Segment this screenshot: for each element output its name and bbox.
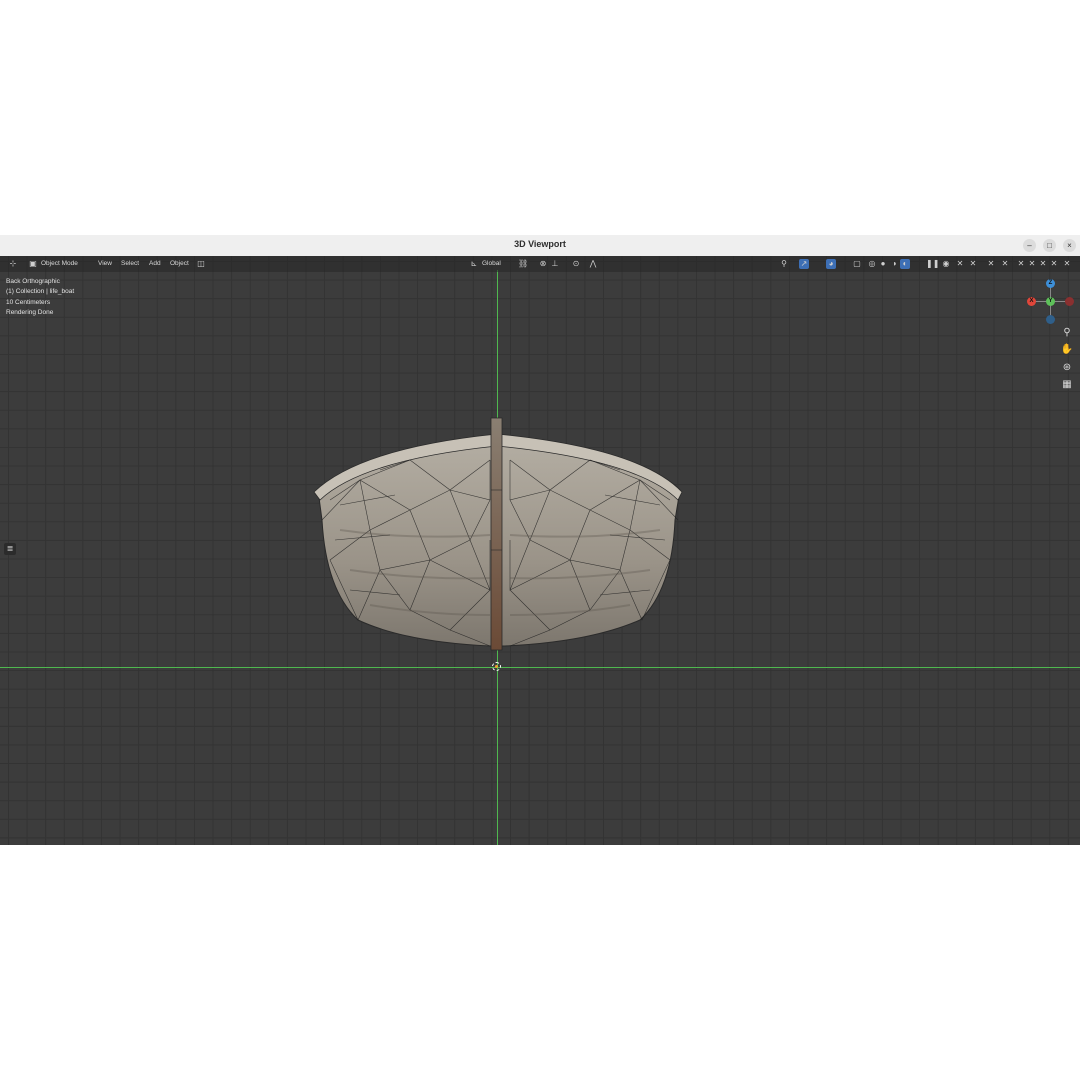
stern-post bbox=[490, 417, 503, 651]
gizmo-z-ball[interactable]: Z bbox=[1046, 279, 1055, 288]
collection-toggle-icon[interactable]: ✕ bbox=[1000, 259, 1010, 269]
menu-add[interactable]: Add bbox=[149, 260, 161, 267]
camera-icon[interactable]: ⊛ bbox=[1060, 361, 1074, 375]
view-eye-icon[interactable]: ◉ bbox=[941, 259, 951, 269]
object-toggle-icon[interactable]: ◫ bbox=[196, 259, 206, 269]
blender-window: 3D Viewport – □ × ⊹ ▣ Object Mode View S… bbox=[0, 235, 1080, 845]
viewport-info-overlay: Back Orthographic (1) Collection | life_… bbox=[6, 277, 74, 318]
xray-icon[interactable]: ▢ bbox=[852, 259, 862, 269]
transform-orientation-icon: ⊾ bbox=[470, 259, 478, 268]
gizmo-x-ball[interactable]: X bbox=[1027, 297, 1036, 306]
zoom-icon[interactable]: ⚲ bbox=[1060, 326, 1074, 340]
solid-shading-icon[interactable]: ● bbox=[878, 259, 888, 269]
view-name: Back Orthographic bbox=[6, 278, 60, 285]
collection-toggle-icon[interactable]: ✕ bbox=[1027, 259, 1037, 269]
pause-icon[interactable]: ❚❚ bbox=[926, 259, 939, 269]
close-button[interactable]: × bbox=[1063, 239, 1076, 252]
gizmo-neg-x-ball[interactable] bbox=[1065, 297, 1074, 306]
viewport-header: ⊹ ▣ Object Mode View Select Add Object ◫… bbox=[0, 256, 1080, 272]
orientation-dropdown[interactable]: Global bbox=[482, 260, 501, 267]
maximize-button[interactable]: □ bbox=[1043, 239, 1056, 252]
minimize-button[interactable]: – bbox=[1023, 239, 1036, 252]
collection-label: (1) Collection | life_boat bbox=[6, 288, 75, 296]
collection-toggle-icon[interactable]: ✕ bbox=[1049, 259, 1059, 269]
hand-pan-icon[interactable]: ✋ bbox=[1060, 343, 1074, 357]
falloff-icon[interactable]: ⋀ bbox=[588, 259, 598, 269]
object-mode-icon: ▣ bbox=[29, 259, 37, 268]
life-boat-mesh[interactable] bbox=[300, 410, 700, 680]
grid-icon[interactable]: ▦ bbox=[1060, 378, 1074, 392]
sidebar-toggle-icon[interactable]: ≣ bbox=[4, 543, 16, 555]
collection-toggle-icon[interactable]: ✕ bbox=[955, 259, 965, 269]
gizmo-neg-z-ball[interactable] bbox=[1046, 315, 1055, 324]
render-status: Rendering Done bbox=[6, 308, 54, 316]
collection-toggle-icon[interactable]: ✕ bbox=[1038, 259, 1048, 269]
wireframe-shading-icon[interactable]: ◎ bbox=[867, 259, 877, 269]
snap-target-icon[interactable]: ⊥ bbox=[550, 259, 560, 269]
material-shading-icon[interactable]: ◑ bbox=[889, 259, 899, 269]
gizmo-y-ball[interactable]: Y bbox=[1046, 297, 1055, 306]
overlay-icon[interactable]: ◕ bbox=[826, 259, 836, 269]
editor-type-icon[interactable]: ⊹ bbox=[8, 259, 18, 269]
collection-toggle-icon[interactable]: ✕ bbox=[1016, 259, 1026, 269]
proportional-edit-icon[interactable]: ⊙ bbox=[571, 259, 581, 269]
snap-icon[interactable]: ⊗ bbox=[538, 259, 548, 269]
pivot-icon[interactable]: ⛓ bbox=[518, 259, 528, 269]
menu-select[interactable]: Select bbox=[121, 260, 139, 267]
gizmo-icon[interactable]: ↗ bbox=[799, 259, 809, 269]
navigation-gizmo[interactable]: Z X Y bbox=[1024, 277, 1078, 327]
object-origin-marker bbox=[492, 662, 501, 671]
object-mode-dropdown[interactable]: Object Mode bbox=[41, 260, 78, 267]
collection-toggle-icon[interactable]: ✕ bbox=[1062, 259, 1072, 269]
rendered-shading-icon[interactable]: ◐ bbox=[900, 259, 910, 269]
menu-object[interactable]: Object bbox=[170, 260, 189, 267]
visibility-icon[interactable]: ⚲ bbox=[779, 259, 789, 269]
grid-scale-label: 10 Centimeters bbox=[6, 298, 51, 306]
collection-toggle-icon[interactable]: ✕ bbox=[968, 259, 978, 269]
menu-view[interactable]: View bbox=[98, 260, 112, 267]
collection-toggle-icon[interactable]: ✕ bbox=[986, 259, 996, 269]
title-bar: 3D Viewport – □ × bbox=[0, 235, 1080, 257]
window-title: 3D Viewport bbox=[514, 239, 566, 249]
